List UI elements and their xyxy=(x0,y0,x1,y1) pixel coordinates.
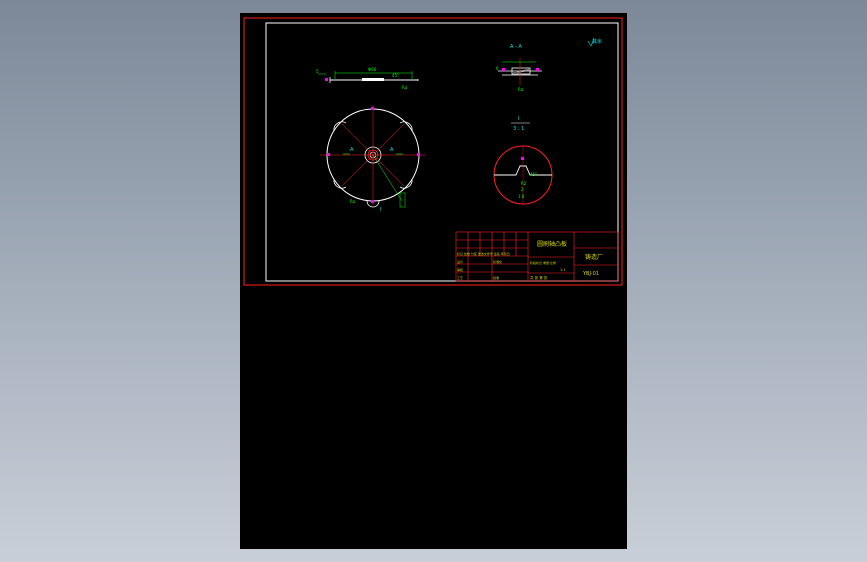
dim-detail-d: 1.6 xyxy=(518,194,525,199)
dim-small: 6 xyxy=(496,66,499,71)
side-view: Φ66 5 45° Ra xyxy=(316,67,419,90)
title-row-label-2: 设计 xyxy=(457,259,463,264)
dim-side-left: 5 xyxy=(316,69,319,74)
title-row-label-3: 审核 xyxy=(457,267,463,272)
part-name: 圆刷轴凸板 xyxy=(537,240,567,248)
dim-detail-c: 2 xyxy=(521,187,524,192)
company-name: 铸造厂 xyxy=(585,253,603,261)
detail-callout: I xyxy=(380,207,381,213)
dim-ra: Ra xyxy=(402,85,408,90)
cad-viewport[interactable]: 其余 Φ66 5 45° Ra A - A 6 Ra A A I Ra I 3 … xyxy=(0,0,867,562)
front-view: A A I Ra xyxy=(320,105,426,213)
detail-label: I xyxy=(518,116,519,122)
stage-label: 阶段标记 重量 比例 xyxy=(530,260,556,265)
title-row-label-6: 批准 xyxy=(493,275,499,280)
hub-section xyxy=(362,78,384,81)
dim-top: Φ66 xyxy=(368,67,377,72)
section-mark-right: A xyxy=(390,147,394,153)
dim-section-ra: Ra xyxy=(518,87,524,92)
drawing-number: YBJ-01 xyxy=(582,271,599,277)
detail-scale: 3 : 1 xyxy=(513,126,524,132)
section-view: A - A 6 Ra xyxy=(496,44,542,92)
sheet-label: 共 张 第 张 xyxy=(530,275,548,280)
scale-value: 1:1 xyxy=(560,268,566,272)
dim-detail-a: 45° xyxy=(530,172,537,177)
drawing-canvas[interactable]: 其余 Φ66 5 45° Ra A - A 6 Ra A A I Ra I 3 … xyxy=(240,13,627,549)
dim-angle: 45° xyxy=(392,73,399,78)
title-row-label-5: 标准化 xyxy=(493,259,502,264)
title-row-label-1: 标记 处数 分区 更改文件号 签名 年月日 xyxy=(457,251,510,256)
dim-front-ra: Ra xyxy=(350,199,356,204)
detail-view: I 3 : 1 45° R2 2 1.6 xyxy=(493,116,553,205)
title-row-label-4: 工艺 xyxy=(457,275,463,280)
dim-detail-b: R2 xyxy=(521,181,527,186)
section-label: A - A xyxy=(510,44,522,50)
section-mark-left: A xyxy=(350,147,354,153)
drawing-sheet[interactable]: 其余 Φ66 5 45° Ra A - A 6 Ra A A I Ra I 3 … xyxy=(240,13,627,549)
